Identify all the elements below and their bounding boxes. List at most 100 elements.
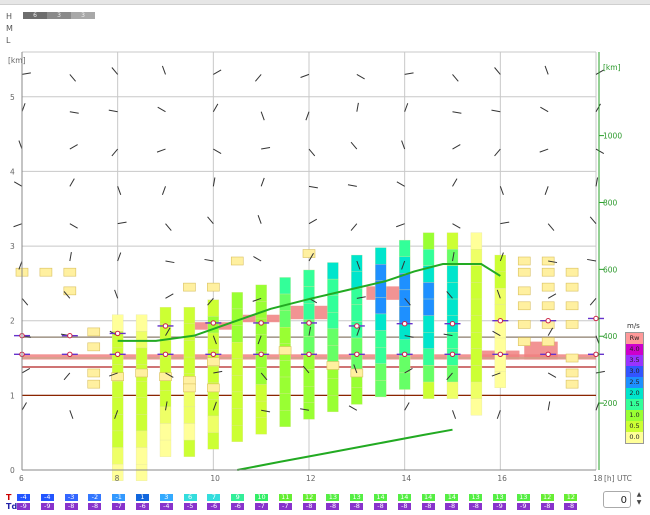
wind-cell: [207, 415, 219, 433]
wind-cell: [231, 424, 243, 442]
x-tick-label: 12: [306, 474, 316, 483]
wind-cell: [351, 288, 363, 305]
wind-barb: [161, 186, 166, 195]
wind-cell: [446, 232, 459, 250]
cloud-box: [565, 267, 579, 277]
wind-barb: [117, 221, 127, 225]
wind-cell: [255, 400, 267, 418]
cloud-box: [159, 372, 172, 381]
offset-spinner[interactable]: 0: [603, 491, 631, 508]
wind-barb: [21, 402, 27, 411]
dewpoint-cell: -8: [397, 503, 411, 510]
wind-barb: [254, 74, 262, 82]
right-tick-label: 600: [603, 265, 618, 274]
wind-cell: [183, 406, 196, 424]
wind-cell: [470, 315, 483, 333]
wind-cell: [279, 293, 291, 311]
wind-barb: [491, 109, 501, 113]
cloud-box: [541, 282, 555, 292]
wind-barb: [347, 184, 357, 187]
temperature-cell: 7: [207, 494, 221, 501]
temperature-cell: 13: [493, 494, 506, 501]
wind-barb: [547, 372, 557, 378]
wind-barb: [348, 405, 358, 411]
wind-barb: [261, 146, 271, 150]
y-tick-label: 2: [10, 317, 15, 326]
sounding-dot: [114, 330, 121, 337]
wind-cell: [159, 307, 172, 325]
wind-cell: [303, 369, 315, 387]
right-tick-label: 400: [603, 332, 618, 341]
wind-barb: [452, 144, 461, 150]
spinner-buttons[interactable]: ▲ ▼: [633, 491, 645, 508]
wind-barb: [544, 65, 549, 75]
temperature-cell: 11: [278, 494, 292, 501]
wind-cell: [327, 262, 339, 280]
wind-cell: [231, 292, 243, 310]
wind-barb: [595, 148, 605, 154]
sounding-dot: [258, 320, 264, 326]
legend-item: 4.0: [626, 344, 643, 355]
temperature-cell: 6: [183, 494, 197, 501]
wind-cell: [351, 387, 363, 405]
wind-cell: [422, 232, 435, 250]
cloud-box: [87, 342, 101, 352]
wind-cell: [183, 307, 196, 325]
wind-cell: [375, 347, 387, 364]
wind-cell: [303, 386, 315, 403]
temperature-cell: 13: [469, 494, 483, 501]
temperature-cell: 12: [540, 494, 554, 501]
wind-cell: [207, 399, 219, 417]
temperature-cell: -2: [88, 494, 102, 501]
wind-barb: [396, 181, 405, 187]
wind-cell: [422, 249, 435, 266]
dewpoint-cell: -8: [302, 503, 316, 510]
t-row-label: T: [6, 493, 12, 502]
legend-item: Rw: [626, 333, 643, 344]
wind-barb: [69, 74, 77, 82]
cloud-box: [565, 353, 579, 363]
sounding-dot: [449, 351, 456, 358]
cloud-box: [517, 337, 531, 346]
wind-barb: [69, 252, 72, 262]
dewpoint-cell: -8: [540, 503, 554, 510]
cloud-box: [183, 376, 196, 385]
right-tick-label: 800: [603, 198, 618, 207]
dewpoint-cell: -9: [516, 503, 530, 510]
cloud-box: [517, 301, 531, 311]
wind-cell: [135, 331, 148, 349]
cloud-box: [565, 301, 579, 311]
temperature-cell: 13: [350, 494, 364, 501]
dewpoint-cell: -6: [231, 503, 245, 510]
x-tick-label: 6: [19, 474, 24, 483]
wind-cell: [470, 265, 483, 283]
wind-cell: [399, 306, 411, 324]
wind-cell: [446, 381, 459, 399]
wind-cell: [422, 315, 435, 333]
dewpoint-cell: -9: [493, 503, 506, 510]
dewpoint-cell: -8: [326, 503, 340, 510]
x-tick-label: 14: [402, 474, 412, 483]
cloud-box: [135, 368, 148, 378]
wind-barb: [547, 293, 557, 299]
wind-cell: [183, 390, 196, 408]
temperature-cell: 14: [397, 494, 411, 501]
y-tick-label: 3: [10, 242, 15, 251]
cloud-box: [517, 256, 531, 266]
wind-cell: [135, 430, 148, 448]
legend-item: 2.0: [626, 388, 643, 399]
wind-cell: [159, 390, 172, 408]
cloud-box: [39, 267, 53, 277]
dewpoint-cell: -9: [17, 503, 30, 510]
wind-barb: [165, 260, 175, 264]
wind-cell: [399, 256, 411, 274]
sounding-dot: [497, 351, 504, 358]
wind-barb: [595, 103, 601, 112]
wind-barb: [350, 141, 358, 150]
temperature-cell: 3: [159, 494, 173, 501]
wind-barb: [13, 223, 23, 228]
x-tick-label: 8: [115, 474, 120, 483]
cloud-box: [207, 383, 220, 393]
wind-barb: [356, 73, 365, 80]
wind-barb: [404, 72, 414, 75]
